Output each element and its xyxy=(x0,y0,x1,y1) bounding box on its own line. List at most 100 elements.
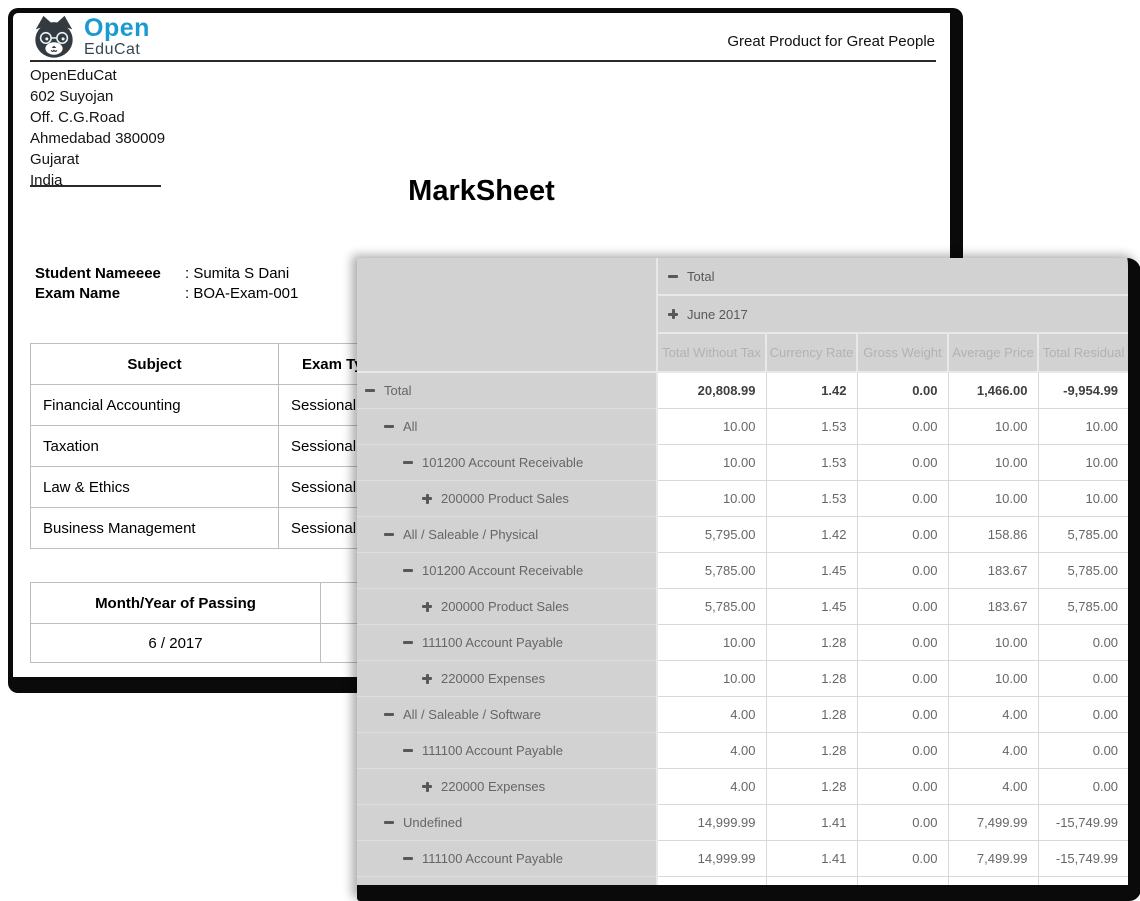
collapse-icon[interactable] xyxy=(403,638,413,648)
pivot-cell: 4.00 xyxy=(948,697,1038,733)
collapse-icon[interactable] xyxy=(384,818,394,828)
pivot-row-header[interactable]: 111100 Account Payable xyxy=(357,625,657,661)
pivot-row-header-inner: All / Saleable / Software xyxy=(357,707,656,722)
measure-header[interactable]: Currency Rate xyxy=(766,333,857,372)
collapse-icon[interactable] xyxy=(668,271,678,281)
col-group-inner: Total xyxy=(658,269,1128,284)
pivot-cell: 7,499.99 xyxy=(948,877,1038,901)
collapse-icon[interactable] xyxy=(403,854,413,864)
pivot-row-header[interactable]: 220000 Expenses xyxy=(357,661,657,697)
pivot-cell: 0.00 xyxy=(1038,625,1128,661)
pivot-row-header[interactable]: 200000 Product Sales xyxy=(357,481,657,517)
pivot-row: Total20,808.991.420.001,466.00-9,954.99 xyxy=(357,372,1128,409)
pivot-row-header-inner: 101200 Account Receivable xyxy=(357,455,656,470)
pivot-cell: 0.00 xyxy=(857,625,948,661)
pivot-row-header-inner: 111100 Account Payable xyxy=(357,851,656,866)
student-field-row: Student Nameeee: Sumita S Dani xyxy=(35,263,298,283)
pivot-row-header[interactable]: 111100 Account Payable xyxy=(357,841,657,877)
collapse-icon[interactable] xyxy=(403,746,413,756)
table-cell: 6 / 2017 xyxy=(31,624,321,663)
col-group-total[interactable]: Total xyxy=(657,258,1128,295)
pivot-row: 220000 Expenses10.001.280.0010.000.00 xyxy=(357,661,1128,697)
measure-header[interactable]: Gross Weight xyxy=(857,333,948,372)
pivot-table: Total June 2017 Total Without TaxCurrency … xyxy=(357,258,1128,901)
pivot-row-header[interactable]: All xyxy=(357,409,657,445)
expand-icon[interactable] xyxy=(422,782,432,792)
pivot-cell: 10.00 xyxy=(948,625,1038,661)
pivot-row-label: 200000 Product Sales xyxy=(441,599,569,614)
pivot-row-label: Undefined xyxy=(403,815,462,830)
pivot-row-header-inner: 211000 Foreign Exchange Loss xyxy=(357,887,656,901)
pivot-row-header[interactable]: 211000 Foreign Exchange Loss xyxy=(357,877,657,901)
pivot-cell: 1.28 xyxy=(766,625,857,661)
pivot-row-header[interactable]: All / Saleable / Software xyxy=(357,697,657,733)
pivot-cell: 1.41 xyxy=(766,841,857,877)
pivot-row-header[interactable]: 111100 Account Payable xyxy=(357,733,657,769)
pivot-cell: 10.00 xyxy=(657,625,766,661)
measure-header[interactable]: Total Residual xyxy=(1038,333,1128,372)
pivot-cell: 1.53 xyxy=(766,445,857,481)
pivot-row-header[interactable]: 101200 Account Receivable xyxy=(357,553,657,589)
pivot-cell: 14,999.99 xyxy=(657,841,766,877)
pivot-row-label: All xyxy=(403,419,417,434)
col-group-june-2017[interactable]: June 2017 xyxy=(657,295,1128,333)
address-line: Off. C.G.Road xyxy=(30,107,165,128)
pivot-cell: 10.00 xyxy=(948,661,1038,697)
address-line: OpenEduCat xyxy=(30,65,165,86)
expand-icon[interactable] xyxy=(422,602,432,612)
address-line: 602 Suyojan xyxy=(30,86,165,107)
collapse-icon[interactable] xyxy=(403,458,413,468)
pivot-row-header-inner: All / Saleable / Physical xyxy=(357,527,656,542)
pivot-row-header-inner: Total xyxy=(357,383,656,398)
pivot-cell: 10.00 xyxy=(948,409,1038,445)
table-cell: Taxation xyxy=(31,426,279,467)
collapse-icon[interactable] xyxy=(384,710,394,720)
pivot-row-header[interactable]: All / Saleable / Physical xyxy=(357,517,657,553)
table-cell: Law & Ethics xyxy=(31,467,279,508)
pivot-row-header[interactable]: Total xyxy=(357,372,657,409)
pivot-cell: 0.00 xyxy=(857,805,948,841)
expand-icon[interactable] xyxy=(422,890,432,900)
pivot-cell: 0.00 xyxy=(857,589,948,625)
pivot-cell: -15,749.99 xyxy=(1038,841,1128,877)
pivot-row-label: 111100 Account Payable xyxy=(422,851,563,866)
pivot-row-header[interactable]: Undefined xyxy=(357,805,657,841)
collapse-icon[interactable] xyxy=(403,566,413,576)
expand-icon[interactable] xyxy=(422,674,432,684)
pivot-cell: 1.28 xyxy=(766,697,857,733)
pivot-row-label: 111100 Account Payable xyxy=(422,635,563,650)
pivot-cell: 1.42 xyxy=(766,517,857,553)
pivot-cell: 1,466.00 xyxy=(948,372,1038,409)
pivot-row: All10.001.530.0010.0010.00 xyxy=(357,409,1128,445)
pivot-cell: 14,999.99 xyxy=(657,805,766,841)
expand-icon[interactable] xyxy=(422,494,432,504)
col-group-label: June 2017 xyxy=(687,307,748,322)
pivot-row-header-inner: All xyxy=(357,419,656,434)
pivot-cell: 4.00 xyxy=(657,733,766,769)
pivot-row-header[interactable]: 220000 Expenses xyxy=(357,769,657,805)
pivot-cell: 0.00 xyxy=(1038,733,1128,769)
student-field-label: Exam Name xyxy=(35,285,185,302)
educat-logo: Open EduCat xyxy=(31,14,150,60)
expand-icon[interactable] xyxy=(668,309,678,319)
pivot-row-header-inner: 220000 Expenses xyxy=(357,671,656,686)
measure-header[interactable]: Average Price xyxy=(948,333,1038,372)
pivot-cell: 1.28 xyxy=(766,769,857,805)
pivot-cell: 0.00 xyxy=(857,553,948,589)
pivot-row-header[interactable]: 200000 Product Sales xyxy=(357,589,657,625)
pivot-cell: 5,795.00 xyxy=(657,517,766,553)
collapse-icon[interactable] xyxy=(365,386,375,396)
pivot-row: 220000 Expenses4.001.280.004.000.00 xyxy=(357,769,1128,805)
pivot-col-group-row: June 2017 xyxy=(357,295,1128,333)
pivot-row-header[interactable]: 101200 Account Receivable xyxy=(357,445,657,481)
header-divider xyxy=(30,60,936,62)
pivot-row: 101200 Account Receivable5,785.001.450.0… xyxy=(357,553,1128,589)
pivot-row-label: 220000 Expenses xyxy=(441,779,545,794)
collapse-icon[interactable] xyxy=(384,422,394,432)
pivot-row-label: 111100 Account Payable xyxy=(422,743,563,758)
collapse-icon[interactable] xyxy=(384,530,394,540)
measure-header[interactable]: Total Without Tax xyxy=(657,333,766,372)
pivot-row: 211000 Foreign Exchange Loss14,999.991.4… xyxy=(357,877,1128,901)
table-row: Law & EthicsSessional xyxy=(31,467,404,508)
pivot-cell: 0.00 xyxy=(1038,697,1128,733)
